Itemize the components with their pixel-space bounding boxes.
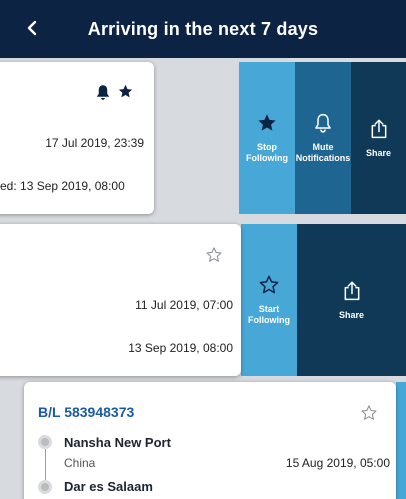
star-outline-icon (206, 247, 222, 262)
top-bar: Arriving in the next 7 days (0, 0, 406, 58)
start-following-label: Start Following (248, 304, 290, 325)
origin-country: China (64, 456, 96, 470)
share-icon (344, 281, 359, 300)
start-following-button[interactable]: Start Following (241, 224, 297, 376)
stop-following-button[interactable]: Stop Following (239, 62, 295, 214)
share-button[interactable]: Share (351, 62, 406, 214)
shipment-card[interactable]: 11 Jul 2019, 07:00 13 Sep 2019, 08:00 (0, 224, 241, 376)
route-line (45, 449, 46, 480)
share-button[interactable]: Share (297, 224, 406, 376)
star-filled-icon (258, 114, 276, 131)
shipment-card[interactable]: B/L 583948373 Nansha New Port China 15 A… (24, 382, 396, 499)
arrival-date: ed: 13 Sep 2019, 08:00 (0, 179, 125, 193)
origin-port-name: Nansha New Port (64, 435, 171, 450)
bl-number: B/L 583948373 (38, 404, 135, 420)
destination-port-name: Dar es Salaam (64, 479, 153, 494)
shipment-row-2: Start Following Share 11 Jul 2019, 07:00 … (0, 224, 406, 376)
star-outline-icon[interactable] (360, 404, 378, 422)
shipment-row-1: Stop Following Mute Notifications Share 17… (0, 62, 406, 214)
origin-port-dot (38, 435, 52, 449)
destination-port-dot (38, 480, 52, 494)
action-strip (396, 382, 406, 499)
shipment-card[interactable]: 17 Jul 2019, 23:39 ed: 13 Sep 2019, 08:0… (0, 62, 154, 214)
share-label: Share (365, 147, 391, 158)
share-icon (371, 119, 386, 138)
bell-icon (96, 85, 110, 100)
mute-notifications-label: Mute Notifications (295, 142, 351, 163)
departure-date: 17 Jul 2019, 23:39 (45, 136, 144, 150)
chevron-left-icon (27, 20, 37, 36)
share-label: Share (338, 309, 364, 320)
departure-date: 11 Jul 2019, 07:00 (135, 298, 233, 312)
origin-date: 15 Aug 2019, 05:00 (285, 456, 390, 470)
stop-following-label: Stop Following (246, 142, 288, 163)
page-title: Arriving in the next 7 days (87, 18, 319, 39)
mute-notifications-button[interactable]: Mute Notifications (295, 62, 351, 214)
shipment-row-3: B/L 583948373 Nansha New Port China 15 A… (0, 382, 406, 499)
arrival-date: 13 Sep 2019, 08:00 (128, 341, 233, 355)
back-button[interactable] (18, 14, 46, 42)
bell-outline-icon (315, 113, 331, 133)
star-filled-icon (118, 84, 133, 98)
star-outline-icon (259, 275, 279, 294)
